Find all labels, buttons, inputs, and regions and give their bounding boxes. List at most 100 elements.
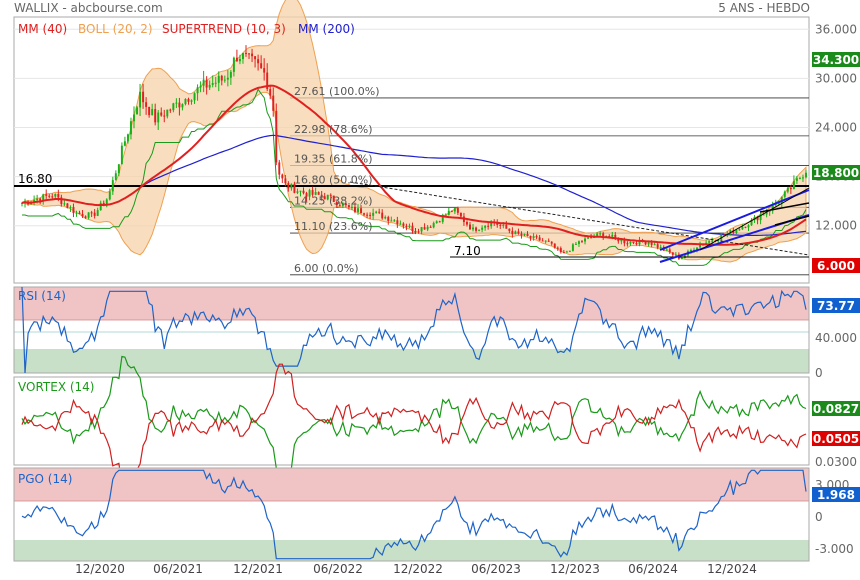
candle-body — [747, 225, 750, 228]
fib-label-1: 22.98 (78.6%) — [294, 123, 373, 136]
candle-body — [284, 178, 287, 184]
candle-body — [456, 208, 459, 213]
rsi-tick-0: 0 — [815, 366, 823, 380]
candle-body — [299, 190, 302, 192]
candle-body — [220, 75, 223, 81]
candle-body — [795, 178, 798, 181]
x-label-1: 06/2021 — [153, 562, 203, 576]
x-label-8: 12/2024 — [707, 562, 757, 576]
candle-body — [393, 220, 396, 222]
candle-body — [611, 234, 614, 237]
candle-body — [172, 103, 175, 111]
candle-body — [783, 191, 786, 197]
candle-body — [565, 251, 568, 253]
candle-body — [465, 221, 468, 225]
candle-body — [514, 231, 517, 235]
pgo-overbought-zone — [13, 467, 810, 502]
candle-body — [87, 212, 90, 218]
candle-body — [680, 258, 683, 260]
candle-body — [635, 242, 638, 245]
legend-ma40: MM (40) — [18, 22, 67, 36]
candle-body — [644, 242, 647, 245]
candle — [66, 203, 69, 209]
candle-body — [689, 249, 692, 251]
candle-body — [372, 212, 375, 216]
candle-body — [668, 249, 671, 253]
candle-body — [538, 237, 541, 241]
candle-body — [475, 227, 478, 231]
candle-body — [72, 207, 75, 214]
candle-body — [136, 107, 139, 115]
candle-body — [553, 243, 556, 248]
candle-body — [792, 180, 795, 190]
candle-body — [450, 210, 453, 212]
candle-body — [90, 212, 93, 214]
candle-body — [357, 208, 359, 212]
candle-body — [399, 223, 402, 225]
candle-body — [57, 194, 60, 198]
candle-body — [281, 174, 284, 179]
candle-body — [235, 57, 238, 62]
candle-body — [656, 244, 659, 248]
candle-body — [151, 109, 154, 116]
candle-body — [735, 229, 738, 234]
candle-body — [275, 110, 278, 163]
candle-body — [169, 109, 172, 111]
candle-body — [353, 206, 356, 212]
badge-last: 18.800 — [813, 166, 859, 180]
candle-body — [139, 91, 142, 108]
x-label-5: 06/2023 — [471, 562, 521, 576]
candle-body — [269, 89, 272, 96]
candle-body — [632, 241, 635, 243]
fib-label-6: 6.00 (0.0%) — [294, 262, 359, 275]
candle-body — [369, 214, 372, 216]
candle-body — [366, 214, 369, 216]
candle-body — [599, 233, 602, 235]
candle-body — [241, 52, 244, 60]
candle-body — [417, 231, 420, 233]
candle-body — [48, 195, 51, 197]
candle-body — [741, 226, 744, 230]
candle-body — [801, 177, 804, 179]
candle-body — [674, 254, 677, 256]
candle-body — [671, 252, 674, 255]
candle-body — [574, 243, 577, 245]
pgo-panel: PGO (14) 3.000 0 -3.000 — [13, 467, 854, 562]
candle-body — [568, 250, 571, 252]
candle-body — [708, 241, 711, 243]
candle-body — [157, 112, 160, 123]
vortex-tick: 0.0300 — [815, 455, 857, 469]
candle-body — [798, 178, 801, 180]
candle-body — [229, 71, 232, 78]
candle-body — [257, 59, 260, 64]
candle-body — [214, 82, 217, 84]
fib-label-3: 16.80 (50.0%) — [294, 173, 373, 186]
candle-body — [217, 75, 220, 83]
badge-vortex-plus: 0.0827 — [813, 402, 859, 416]
candle-body — [278, 162, 281, 175]
candle-body — [129, 121, 132, 135]
candle-body — [381, 212, 384, 219]
candle-body — [665, 249, 668, 251]
candle-body — [789, 187, 792, 190]
candle-body — [550, 241, 553, 244]
candle-body — [438, 221, 441, 223]
candle-body — [208, 84, 211, 88]
candle-body — [181, 104, 184, 108]
candle-body — [390, 220, 393, 222]
badge-low: 6.000 — [817, 259, 855, 273]
candle-body — [290, 183, 293, 189]
candle-body — [193, 93, 196, 101]
candle-body — [459, 212, 462, 217]
x-label-2: 12/2021 — [233, 562, 283, 576]
candle-body — [254, 56, 257, 60]
candle-body — [360, 208, 363, 214]
candle-body — [523, 233, 526, 236]
stock-chart: 16.80 7.10 27.61 (100.0%) 22.98 (78.6%) 19… — [13, 0, 860, 576]
x-label-6: 12/2023 — [550, 562, 600, 576]
price-tick-0: 36.000 — [815, 22, 857, 36]
candle-body — [175, 102, 178, 104]
candle-body — [544, 240, 547, 242]
candle-body — [626, 243, 629, 245]
candle-body — [420, 227, 423, 232]
